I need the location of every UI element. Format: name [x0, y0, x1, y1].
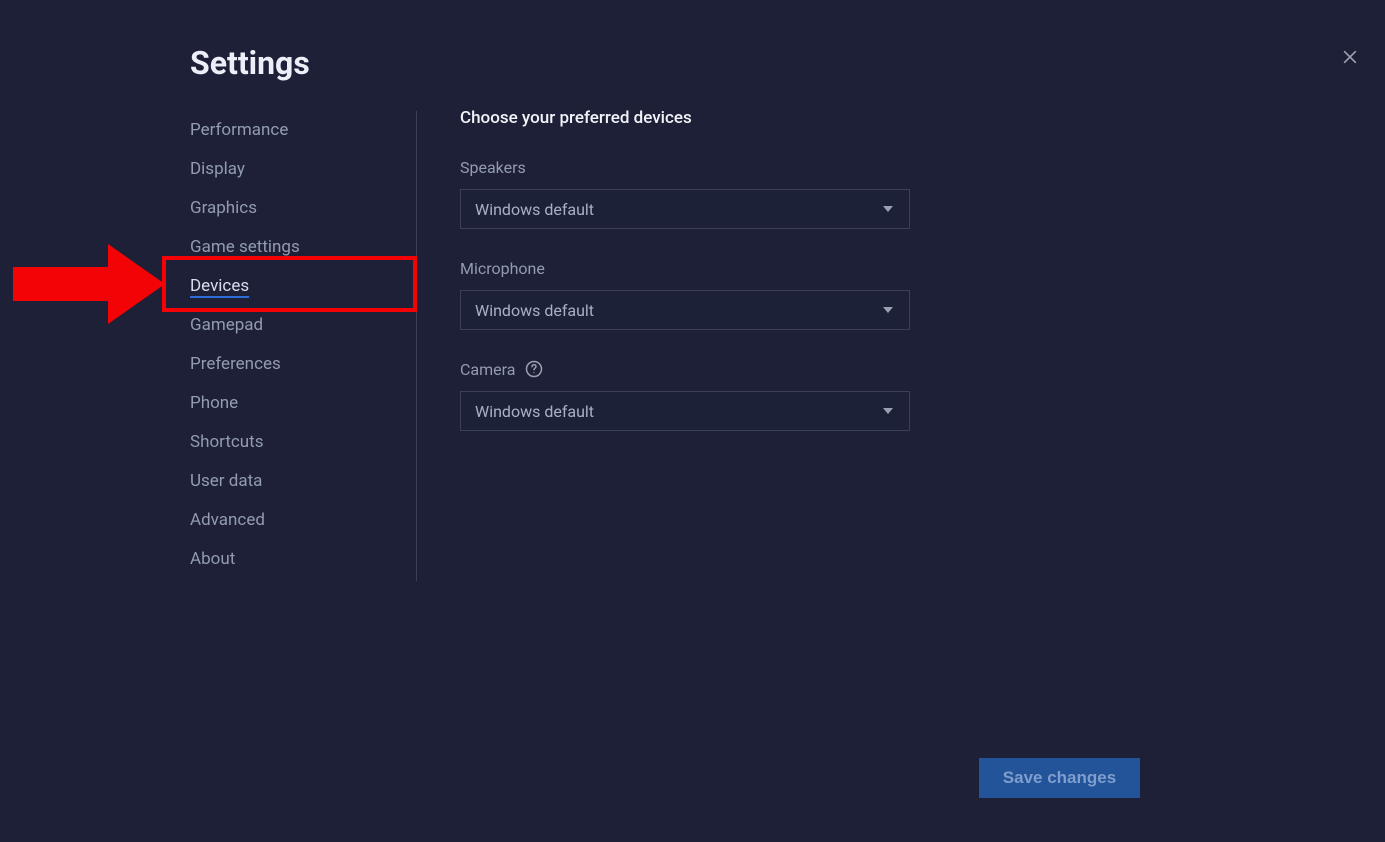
sidebar-item-game-settings[interactable]: Game settings — [190, 228, 416, 267]
sidebar-item-about[interactable]: About — [190, 540, 416, 579]
sidebar-item-display[interactable]: Display — [190, 150, 416, 189]
section-title: Choose your preferred devices — [460, 108, 1195, 128]
help-icon[interactable] — [525, 360, 543, 378]
camera-field: Camera Windows default — [460, 360, 1195, 431]
microphone-value: Windows default — [475, 301, 594, 320]
speakers-value: Windows default — [475, 200, 594, 219]
sidebar-item-preferences[interactable]: Preferences — [190, 345, 416, 384]
chevron-down-icon — [883, 408, 893, 414]
save-changes-button[interactable]: Save changes — [979, 758, 1140, 798]
close-icon — [1340, 47, 1360, 67]
microphone-label: Microphone — [460, 259, 545, 278]
devices-panel: Choose your preferred devices Speakers W… — [460, 108, 1195, 461]
close-button[interactable] — [1338, 45, 1362, 69]
camera-value: Windows default — [475, 402, 594, 421]
annotation-arrow-icon — [13, 244, 165, 324]
microphone-field: Microphone Windows default — [460, 259, 1195, 330]
speakers-field: Speakers Windows default — [460, 158, 1195, 229]
camera-label: Camera — [460, 360, 515, 379]
speakers-label: Speakers — [460, 158, 526, 177]
settings-sidebar: Performance Display Graphics Game settin… — [162, 111, 417, 581]
sidebar-item-gamepad[interactable]: Gamepad — [190, 306, 416, 345]
page-title: Settings — [190, 44, 310, 82]
sidebar-item-performance[interactable]: Performance — [190, 111, 416, 150]
camera-select[interactable]: Windows default — [460, 391, 910, 431]
sidebar-item-shortcuts[interactable]: Shortcuts — [190, 423, 416, 462]
speakers-select[interactable]: Windows default — [460, 189, 910, 229]
microphone-select[interactable]: Windows default — [460, 290, 910, 330]
chevron-down-icon — [883, 307, 893, 313]
sidebar-item-graphics[interactable]: Graphics — [190, 189, 416, 228]
sidebar-item-devices[interactable]: Devices — [190, 267, 416, 306]
sidebar-item-user-data[interactable]: User data — [190, 462, 416, 501]
chevron-down-icon — [883, 206, 893, 212]
sidebar-item-advanced[interactable]: Advanced — [190, 501, 416, 540]
sidebar-item-phone[interactable]: Phone — [190, 384, 416, 423]
